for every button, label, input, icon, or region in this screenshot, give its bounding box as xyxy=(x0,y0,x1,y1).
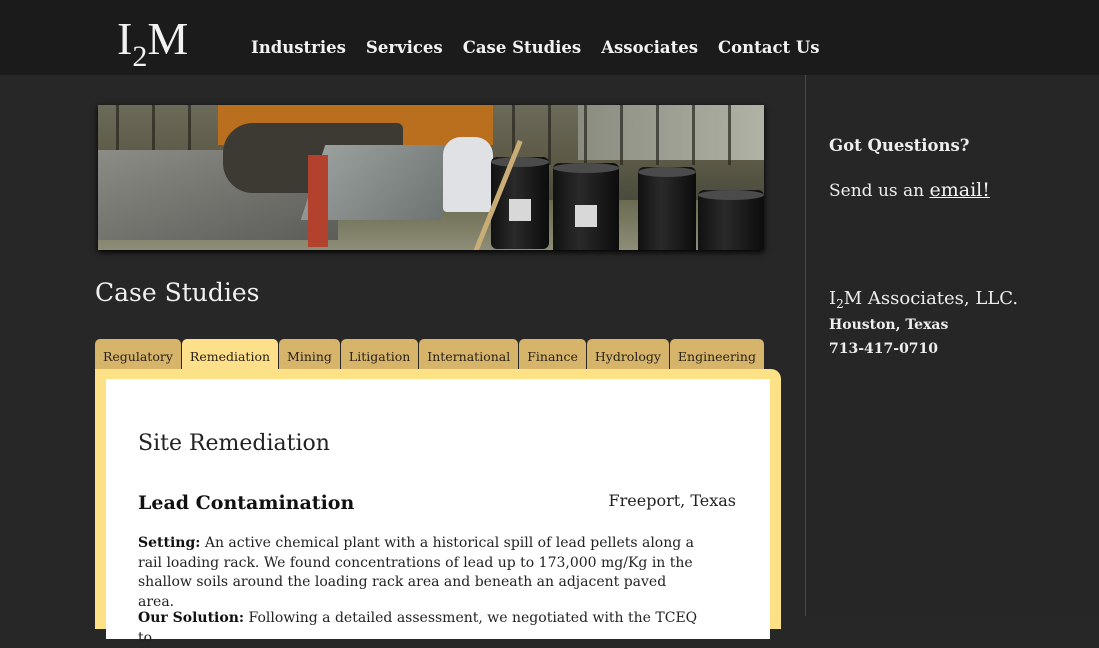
banner-photo xyxy=(98,105,764,250)
sidebar-divider xyxy=(805,75,806,616)
logo-letter-i: I xyxy=(117,13,133,64)
top-navigation-bar: I2M Industries Services Case Studies Ass… xyxy=(0,0,1099,75)
company-subscript: 2 xyxy=(836,297,844,311)
banner-post xyxy=(308,155,328,247)
banner-drum xyxy=(698,190,764,250)
email-link[interactable]: email! xyxy=(930,179,990,201)
nav-services[interactable]: Services xyxy=(366,36,443,60)
tab-hydrology[interactable]: Hydrology xyxy=(586,339,669,369)
email-prompt: Send us an email! xyxy=(829,179,990,201)
setting-label: Setting: xyxy=(138,535,201,551)
logo-letter-m: M xyxy=(147,13,189,64)
company-name: I2M Associates, LLC. xyxy=(829,288,1019,311)
solution-label: Our Solution: xyxy=(138,610,245,626)
banner-drum xyxy=(553,163,619,250)
tab-panel-content: Site Remediation Lead Contamination Free… xyxy=(106,379,770,646)
tab-international[interactable]: International xyxy=(419,339,519,369)
banner-worker xyxy=(443,137,493,212)
setting-paragraph: Setting: An active chemical plant with a… xyxy=(138,534,698,612)
drum-label xyxy=(575,205,597,227)
nav-contact-us[interactable]: Contact Us xyxy=(718,36,820,60)
got-questions-heading: Got Questions? xyxy=(829,136,970,155)
solution-paragraph: Our Solution: Following a detailed asses… xyxy=(138,609,698,648)
tab-engineering[interactable]: Engineering xyxy=(669,339,764,369)
logo-subscript: 2 xyxy=(132,40,148,73)
page-title: Case Studies xyxy=(95,278,260,307)
setting-text: An active chemical plant with a historic… xyxy=(138,535,695,610)
case-location: Freeport, Texas xyxy=(608,491,736,510)
banner-drum xyxy=(491,157,549,249)
email-prefix: Send us an xyxy=(829,181,930,201)
case-title: Lead Contamination xyxy=(138,492,355,514)
nav-associates[interactable]: Associates xyxy=(601,36,698,60)
company-phone[interactable]: 713-417-0710 xyxy=(829,341,938,357)
site-logo[interactable]: I2M xyxy=(117,13,189,74)
section-title: Site Remediation xyxy=(138,431,330,456)
tab-panel: Site Remediation Lead Contamination Free… xyxy=(95,369,781,646)
company-city: Houston, Texas xyxy=(829,317,949,333)
main-nav: Industries Services Case Studies Associa… xyxy=(251,36,840,60)
tab-finance[interactable]: Finance xyxy=(519,339,586,369)
tab-mining[interactable]: Mining xyxy=(279,339,340,369)
tab-remediation[interactable]: Remediation xyxy=(181,339,279,369)
company-post: M Associates, LLC. xyxy=(843,288,1019,309)
tab-regulatory[interactable]: Regulatory xyxy=(95,339,181,369)
tab-litigation[interactable]: Litigation xyxy=(340,339,419,369)
drum-label xyxy=(509,199,531,221)
nav-industries[interactable]: Industries xyxy=(251,36,346,60)
nav-case-studies[interactable]: Case Studies xyxy=(463,36,581,60)
case-study-tabs: Regulatory Remediation Mining Litigation… xyxy=(95,339,765,369)
banner-drum xyxy=(638,167,696,250)
